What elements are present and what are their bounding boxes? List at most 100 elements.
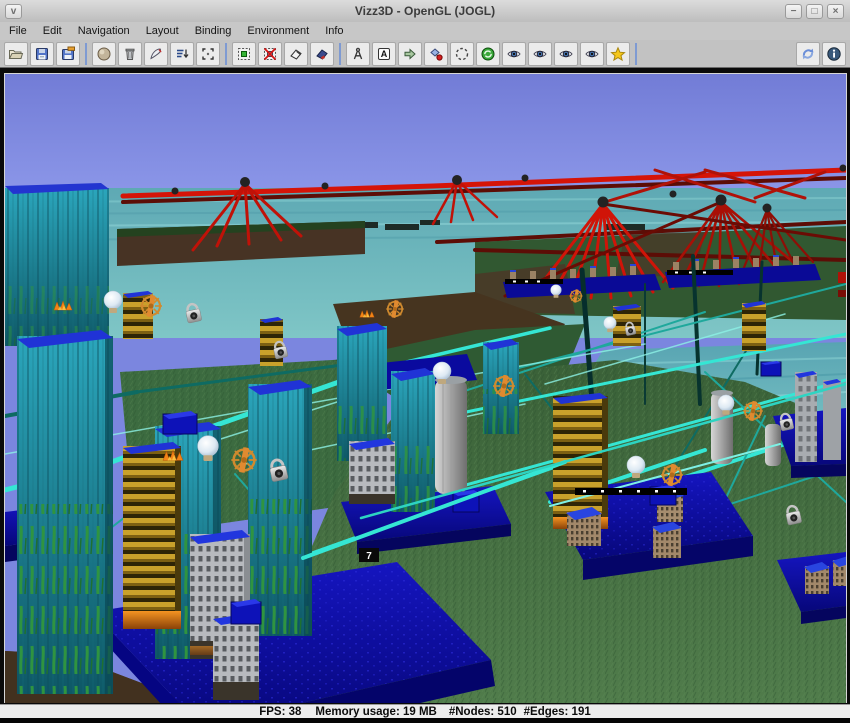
selection-circle-icon <box>454 46 470 62</box>
window-title: Vizz3D - OpenGL (JOGL) <box>0 4 850 18</box>
open-button[interactable] <box>4 42 28 66</box>
prism-dark-icon <box>314 46 330 62</box>
refresh-icon <box>800 46 816 62</box>
viewport-frame: 7 <box>0 68 850 704</box>
delete-button[interactable] <box>118 42 142 66</box>
status-nodes: #Nodes: 510 <box>449 706 517 718</box>
tower-cylinder-mid <box>435 376 467 494</box>
add-node-button[interactable] <box>232 42 256 66</box>
paint-brush-icon <box>148 46 164 62</box>
menu-layout[interactable]: Layout <box>138 22 187 40</box>
remove-node-button[interactable] <box>258 42 282 66</box>
view-toggle-3-button[interactable] <box>554 42 578 66</box>
view-toggle-1-button[interactable] <box>502 42 526 66</box>
pillar-right2 <box>823 379 841 460</box>
status-bar: FPS: 38 Memory usage: 19 MB #Nodes: 510 … <box>0 704 850 719</box>
gear-icon <box>743 401 763 421</box>
minimize-button[interactable]: − <box>785 4 802 19</box>
menu-file[interactable]: File <box>0 22 35 40</box>
sort-layers-icon <box>174 46 190 62</box>
forward-button[interactable] <box>398 42 422 66</box>
shape-light-button[interactable] <box>284 42 308 66</box>
app-window: v Vizz3D - OpenGL (JOGL) − □ × File Edit… <box>0 0 850 723</box>
tower-teal-big <box>17 330 113 694</box>
maximize-button[interactable]: □ <box>806 4 823 19</box>
close-button[interactable]: × <box>827 4 844 19</box>
gear-icon <box>386 300 404 318</box>
star-icon <box>610 46 626 62</box>
distant-tower <box>5 183 109 346</box>
node-count-label: 7 <box>366 551 372 562</box>
eye-icon <box>558 46 574 62</box>
select-region-button[interactable] <box>450 42 474 66</box>
toolbar: A <box>0 40 850 68</box>
prism-light-icon <box>288 46 304 62</box>
save-as-icon <box>60 46 76 62</box>
gear-icon <box>661 464 683 487</box>
eye-icon <box>506 46 522 62</box>
status-edges: #Edges: 191 <box>524 706 591 718</box>
shape-dark-button[interactable] <box>310 42 334 66</box>
status-memory: Memory usage: 19 MB <box>315 706 436 718</box>
tower-teal-mid2 <box>391 368 435 512</box>
building-gray-front <box>213 613 259 700</box>
add-node-icon <box>236 46 252 62</box>
menu-navigation[interactable]: Navigation <box>70 22 138 40</box>
label-a-icon: A <box>378 48 391 60</box>
building-gray-mid <box>349 438 395 504</box>
tower-gold-main <box>123 442 181 629</box>
save-icon <box>34 46 50 62</box>
fit-view-icon <box>200 46 216 62</box>
gear-icon <box>231 447 256 473</box>
menu-edit[interactable]: Edit <box>35 22 70 40</box>
save-button[interactable] <box>30 42 54 66</box>
view-toggle-4-button[interactable] <box>580 42 604 66</box>
window-menu-button[interactable]: v <box>5 4 22 19</box>
gear-icon <box>493 375 515 398</box>
open-folder-icon <box>8 46 24 62</box>
eye-icon <box>532 46 548 62</box>
refresh-button[interactable] <box>796 42 820 66</box>
favorites-button[interactable] <box>606 42 630 66</box>
label-button[interactable]: A <box>372 42 396 66</box>
create-sphere-button[interactable] <box>92 42 116 66</box>
info-icon <box>826 46 842 62</box>
window-controls: − □ × <box>783 4 846 19</box>
save-as-button[interactable] <box>56 42 80 66</box>
tower-teal-3 <box>248 380 312 636</box>
info-button[interactable] <box>822 42 846 66</box>
move-node-icon <box>428 46 444 62</box>
measure-button[interactable] <box>346 42 370 66</box>
move-node-button[interactable] <box>424 42 448 66</box>
paint-button[interactable] <box>144 42 168 66</box>
gear-icon <box>569 289 582 303</box>
sort-button[interactable] <box>170 42 194 66</box>
arrow-right-icon <box>402 46 418 62</box>
rotate-icon <box>480 46 496 62</box>
opengl-canvas[interactable]: 7 <box>4 73 847 703</box>
toolbar-separator <box>225 43 227 65</box>
window-bottom-edge <box>0 718 850 723</box>
city-scene: 7 <box>5 74 846 703</box>
menu-info[interactable]: Info <box>317 22 351 40</box>
toolbar-separator <box>635 43 637 65</box>
eye-icon <box>584 46 600 62</box>
view-toggle-2-button[interactable] <box>528 42 552 66</box>
menu-binding[interactable]: Binding <box>187 22 240 40</box>
toolbar-separator <box>339 43 341 65</box>
gear-icon <box>140 295 162 318</box>
compass-icon <box>350 46 366 62</box>
rotate-view-button[interactable] <box>476 42 500 66</box>
pillar-right1 <box>795 371 817 462</box>
status-fps: FPS: 38 <box>259 706 301 718</box>
sphere-icon <box>96 46 112 62</box>
toolbar-separator <box>85 43 87 65</box>
tower-gold-right-sm1 <box>742 301 766 351</box>
remove-node-icon <box>262 46 278 62</box>
title-bar: v Vizz3D - OpenGL (JOGL) − □ × <box>0 0 850 23</box>
fit-view-button[interactable] <box>196 42 220 66</box>
trash-icon <box>122 46 138 62</box>
menu-bar: File Edit Navigation Layout Binding Envi… <box>0 22 850 40</box>
tower-gold-right-big <box>553 393 608 529</box>
menu-environment[interactable]: Environment <box>239 22 317 40</box>
